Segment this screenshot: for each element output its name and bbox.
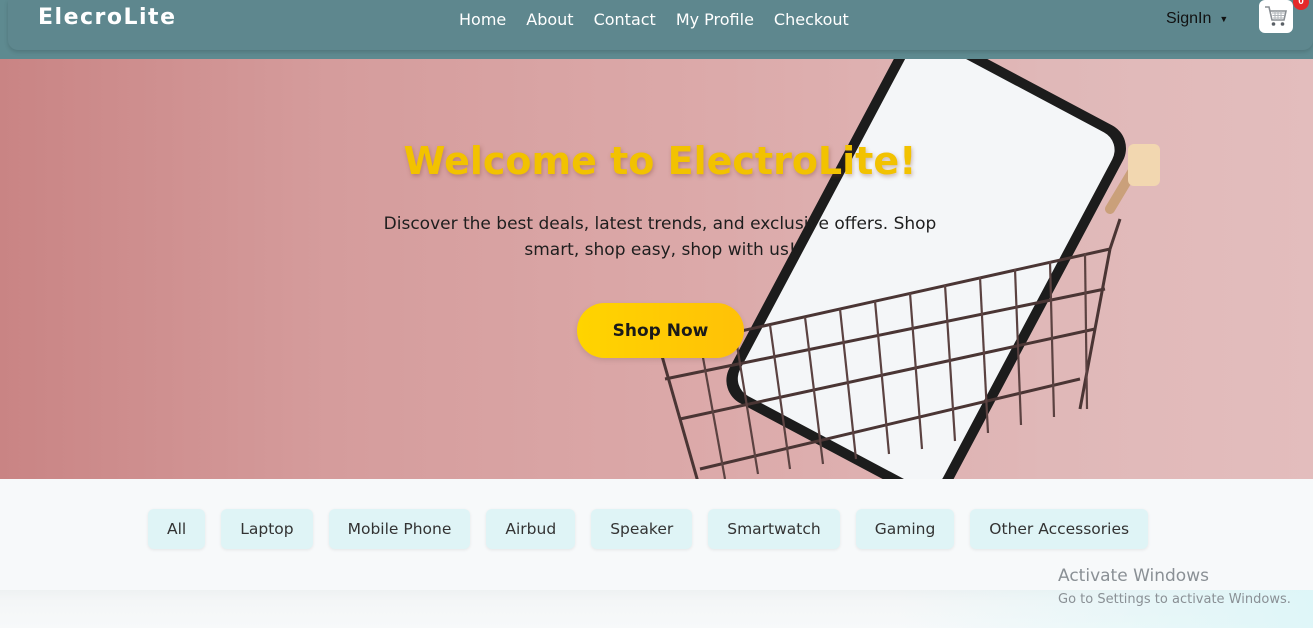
hero-cart-phone-image bbox=[658, 59, 1160, 479]
caret-down-icon: ▼ bbox=[1219, 14, 1229, 24]
shopping-cart-icon bbox=[1265, 6, 1287, 26]
nav-link-contact[interactable]: Contact bbox=[594, 10, 656, 29]
nav-link-checkout[interactable]: Checkout bbox=[774, 10, 849, 29]
nav-links: Home About Contact My Profile Checkout bbox=[459, 10, 869, 29]
windows-activation-watermark: Activate Windows Go to Settings to activ… bbox=[1058, 566, 1291, 607]
watermark-title: Activate Windows bbox=[1058, 566, 1209, 586]
category-mobile-phone-button[interactable]: Mobile Phone bbox=[328, 509, 471, 549]
hero-title: Welcome to ElectroLite! bbox=[403, 139, 917, 183]
navbar: ElecroLite Home About Contact My Profile… bbox=[8, 0, 1313, 50]
category-other-accessories-button[interactable]: Other Accessories bbox=[970, 509, 1149, 549]
nav-link-home[interactable]: Home bbox=[459, 10, 506, 29]
category-laptop-button[interactable]: Laptop bbox=[221, 509, 313, 549]
signin-dropdown[interactable]: SignIn ▼ bbox=[1166, 10, 1228, 28]
watermark-subtitle: Go to Settings to activate Windows. bbox=[1058, 592, 1291, 607]
category-speaker-button[interactable]: Speaker bbox=[591, 509, 693, 549]
navbar-background: ElecroLite Home About Contact My Profile… bbox=[0, 0, 1313, 59]
shop-now-button[interactable]: Shop Now bbox=[577, 303, 744, 358]
category-airbud-button[interactable]: Airbud bbox=[486, 509, 576, 549]
nav-link-my-profile[interactable]: My Profile bbox=[676, 10, 754, 29]
category-all-button[interactable]: All bbox=[148, 509, 206, 549]
hero-subtitle: Discover the best deals, latest trends, … bbox=[383, 214, 937, 260]
brand-logo[interactable]: ElecroLite bbox=[38, 5, 177, 30]
category-smartwatch-button[interactable]: Smartwatch bbox=[708, 509, 840, 549]
nav-link-about[interactable]: About bbox=[526, 10, 573, 29]
signin-label: SignIn bbox=[1166, 10, 1212, 27]
hero-banner: Welcome to ElectroLite! Discover the bes… bbox=[0, 59, 1313, 479]
category-buttons: All Laptop Mobile Phone Airbud Speaker S… bbox=[148, 509, 1164, 549]
category-gaming-button[interactable]: Gaming bbox=[855, 509, 955, 549]
cart-button[interactable] bbox=[1259, 0, 1293, 33]
